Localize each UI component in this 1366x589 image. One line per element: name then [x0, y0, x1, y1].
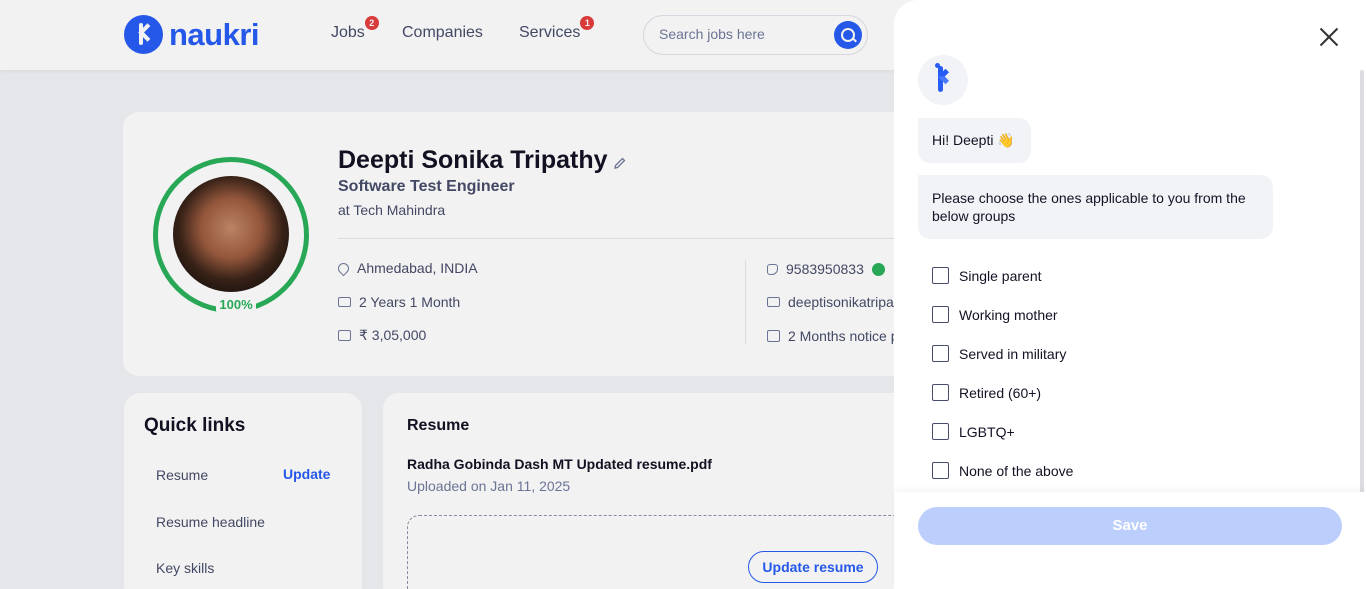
- option-working-mother[interactable]: Working mother: [932, 306, 1058, 323]
- option-lgbtq[interactable]: LGBTQ+: [932, 423, 1015, 440]
- option-label: Served in military: [959, 345, 1067, 362]
- chatbot-avatar: [918, 55, 968, 105]
- prompt-bubble: Please choose the ones applicable to you…: [918, 175, 1273, 239]
- checkbox[interactable]: [932, 306, 949, 323]
- option-label: Single parent: [959, 267, 1042, 284]
- drawer-footer: Save: [894, 492, 1366, 589]
- option-label: None of the above: [959, 462, 1074, 479]
- option-single-parent[interactable]: Single parent: [932, 267, 1042, 284]
- checkbox[interactable]: [932, 423, 949, 440]
- option-retired[interactable]: Retired (60+): [932, 384, 1041, 401]
- option-none-of-the-above[interactable]: None of the above: [932, 462, 1073, 479]
- close-icon[interactable]: [1319, 27, 1339, 47]
- checkbox[interactable]: [932, 384, 949, 401]
- option-label: LGBTQ+: [959, 423, 1015, 440]
- option-served-in-military[interactable]: Served in military: [932, 345, 1066, 362]
- checkbox[interactable]: [932, 267, 949, 284]
- checkbox[interactable]: [932, 462, 949, 479]
- option-label: Working mother: [959, 306, 1058, 323]
- diversity-questionnaire-drawer: Hi! Deepti 👋 Please choose the ones appl…: [894, 0, 1366, 589]
- drawer-scrollbar[interactable]: [1360, 70, 1364, 494]
- greeting-bubble: Hi! Deepti 👋: [918, 118, 1031, 163]
- save-button[interactable]: Save: [918, 507, 1342, 545]
- option-label: Retired (60+): [959, 384, 1042, 401]
- checkbox[interactable]: [932, 345, 949, 362]
